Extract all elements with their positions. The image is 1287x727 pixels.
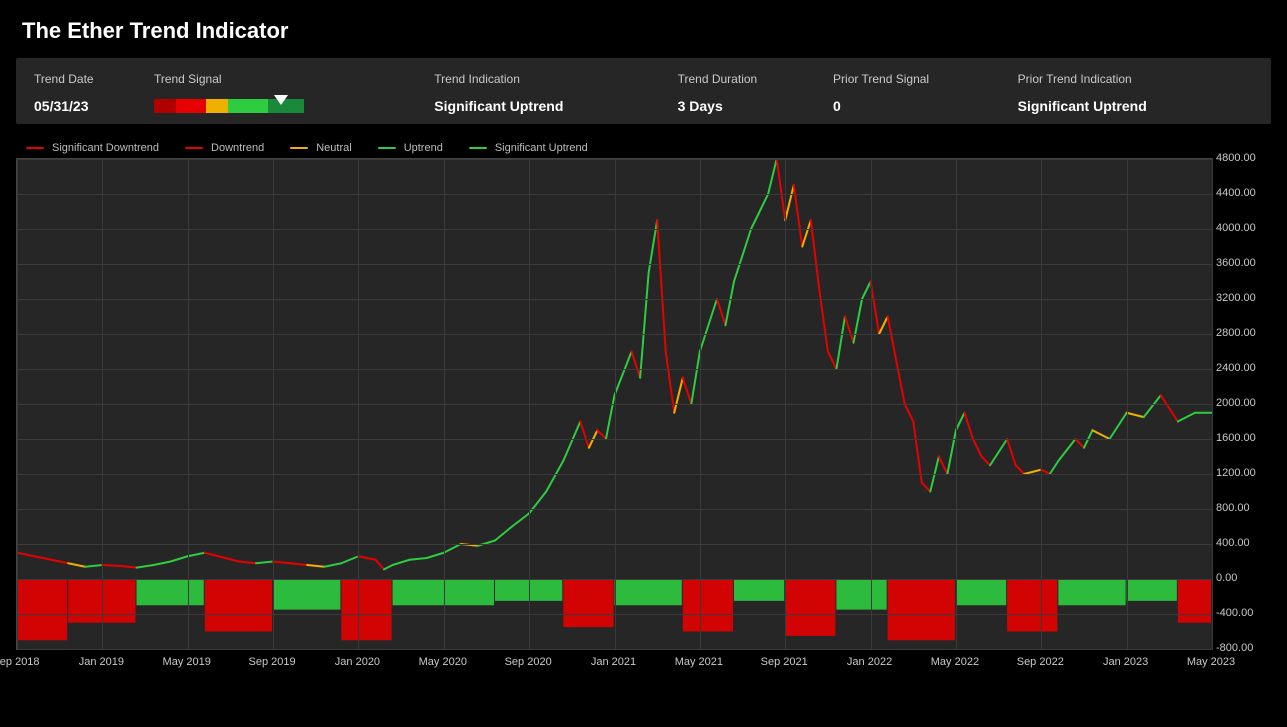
y-axis-tick-label: 4000.00 [1216, 222, 1256, 234]
legend-item: Downtrend [185, 142, 264, 154]
value-trend-signal [150, 96, 430, 116]
chart-plot-area[interactable] [16, 158, 1213, 650]
x-axis-tick-label: Sep 2019 [249, 656, 296, 668]
value-prior-indication: Significant Uptrend [1014, 96, 1257, 116]
x-axis-tick-label: Sep 2022 [1017, 656, 1064, 668]
chart-legend: Significant Downtrend Downtrend Neutral Upt… [26, 142, 1271, 154]
signal-bar [154, 99, 304, 113]
y-axis-tick-label: 2000.00 [1216, 397, 1256, 409]
y-axis-tick-label: 800.00 [1216, 502, 1250, 514]
col-header-trend-date: Trend Date [30, 68, 150, 96]
y-axis-tick-label: 3600.00 [1216, 257, 1256, 269]
x-axis-tick-label: Jan 2019 [79, 656, 124, 668]
x-axis-tick-label: Sep 2018 [0, 656, 40, 668]
y-axis-tick-label: 400.00 [1216, 537, 1250, 549]
x-axis-tick-label: Sep 2021 [761, 656, 808, 668]
x-axis-tick-label: Jan 2020 [335, 656, 380, 668]
signal-marker-icon [274, 95, 288, 105]
col-header-trend-duration: Trend Duration [674, 68, 829, 96]
y-axis-tick-label: 1600.00 [1216, 432, 1256, 444]
x-axis-tick-label: May 2023 [1187, 656, 1235, 668]
y-axis-tick-label: 0.00 [1216, 572, 1237, 584]
legend-label: Downtrend [211, 142, 264, 154]
legend-item: Uptrend [378, 142, 443, 154]
legend-label: Neutral [316, 142, 351, 154]
x-axis-tick-label: Sep 2020 [505, 656, 552, 668]
legend-item: Neutral [290, 142, 351, 154]
x-axis-tick-label: Jan 2022 [847, 656, 892, 668]
x-axis-tick-label: May 2022 [931, 656, 979, 668]
trend-summary-panel: Trend Date Trend Signal Trend Indication… [16, 58, 1271, 124]
y-axis-tick-label: 4800.00 [1216, 152, 1256, 164]
legend-item: Significant Uptrend [469, 142, 588, 154]
value-prior-signal: 0 [829, 96, 1014, 116]
page-title: The Ether Trend Indicator [22, 18, 1271, 44]
chart-container: 4800.004400.004000.003600.003200.002800.… [16, 158, 1271, 678]
col-header-prior-indication: Prior Trend Indication [1014, 68, 1257, 96]
col-header-prior-signal: Prior Trend Signal [829, 68, 1014, 96]
legend-label: Uptrend [404, 142, 443, 154]
y-axis-tick-label: 3200.00 [1216, 292, 1256, 304]
y-axis-tick-label: 2400.00 [1216, 362, 1256, 374]
col-header-trend-indication: Trend Indication [430, 68, 673, 96]
legend-swatch [26, 147, 44, 149]
y-axis-tick-label: 1200.00 [1216, 467, 1256, 479]
value-trend-date: 05/31/23 [30, 96, 150, 116]
y-axis-tick-label: 2800.00 [1216, 327, 1256, 339]
legend-label: Significant Downtrend [52, 142, 159, 154]
legend-swatch [185, 147, 203, 149]
y-axis-tick-label: -800.00 [1216, 642, 1253, 654]
col-header-trend-signal: Trend Signal [150, 68, 430, 96]
x-axis-tick-label: May 2021 [675, 656, 723, 668]
x-axis-tick-label: Jan 2021 [591, 656, 636, 668]
x-axis-tick-label: Jan 2023 [1103, 656, 1148, 668]
x-axis-tick-label: May 2019 [163, 656, 211, 668]
y-axis-tick-label: -400.00 [1216, 607, 1253, 619]
legend-swatch [469, 147, 487, 149]
legend-swatch [290, 147, 308, 149]
legend-swatch [378, 147, 396, 149]
legend-label: Significant Uptrend [495, 142, 588, 154]
y-axis-tick-label: 4400.00 [1216, 187, 1256, 199]
legend-item: Significant Downtrend [26, 142, 159, 154]
value-trend-indication: Significant Uptrend [430, 96, 673, 116]
value-trend-duration: 3 Days [674, 96, 829, 116]
x-axis-tick-label: May 2020 [419, 656, 467, 668]
